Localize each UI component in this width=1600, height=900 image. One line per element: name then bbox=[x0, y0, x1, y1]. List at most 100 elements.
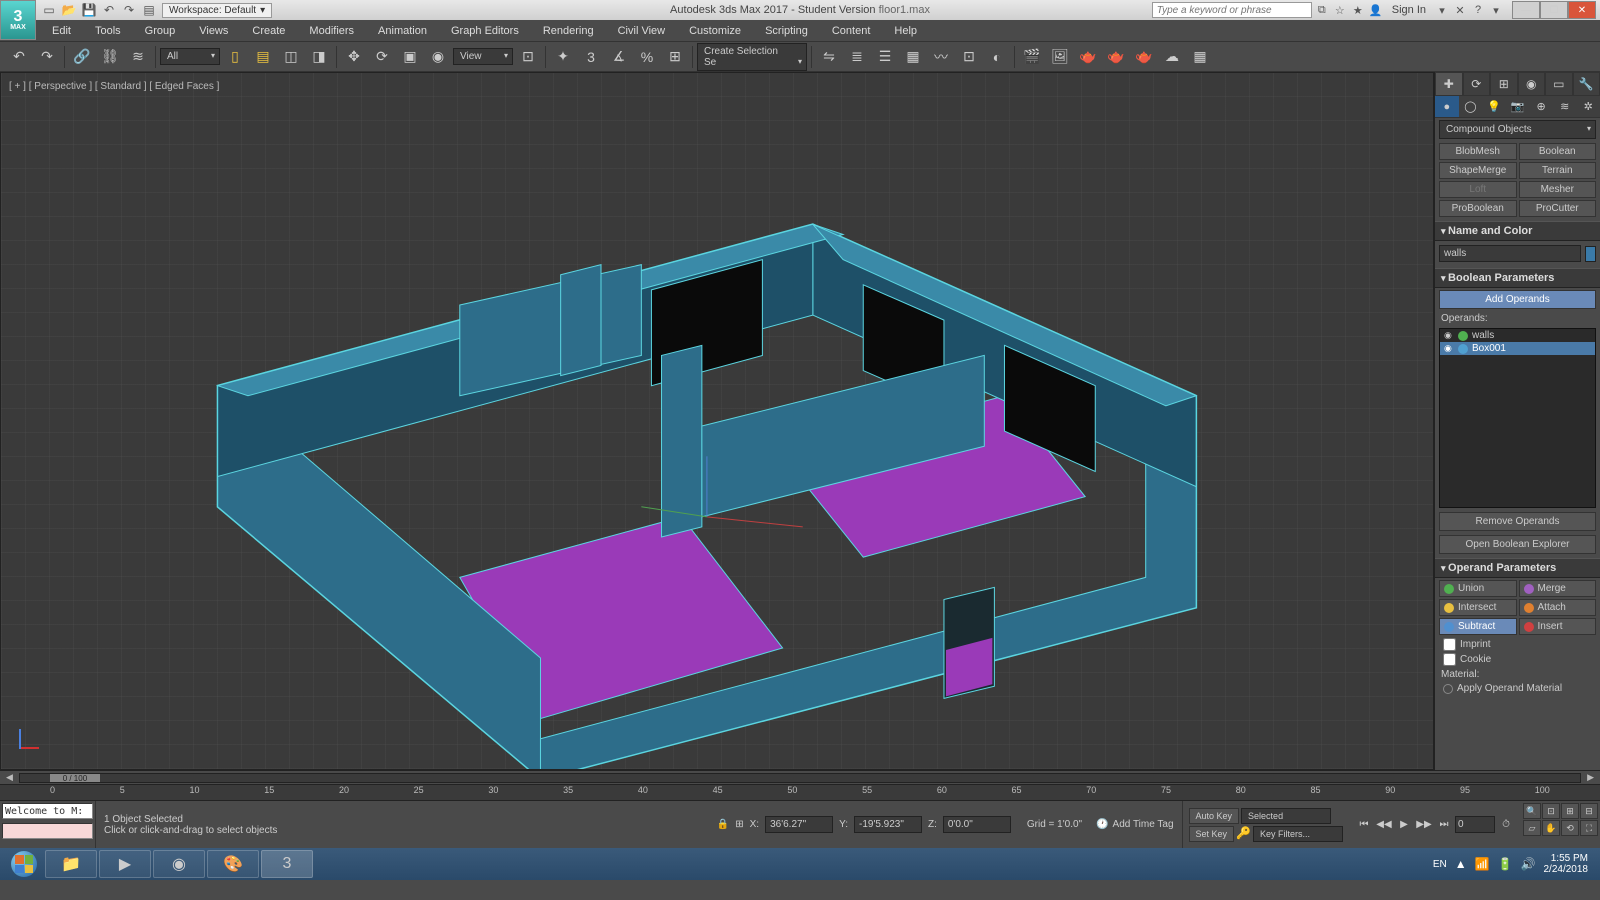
placement-button[interactable]: ◉ bbox=[425, 44, 451, 70]
render-setup-button[interactable]: 🎬 bbox=[1019, 44, 1045, 70]
subtab-geometry[interactable]: ● bbox=[1435, 96, 1459, 117]
menu-help[interactable]: Help bbox=[882, 25, 929, 37]
z-input[interactable] bbox=[943, 816, 1011, 833]
autokey-button[interactable]: Auto Key bbox=[1189, 808, 1240, 824]
x-input[interactable] bbox=[765, 816, 833, 833]
menu-tools[interactable]: Tools bbox=[83, 25, 133, 37]
imprint-checkbox[interactable] bbox=[1443, 638, 1456, 651]
color-swatch[interactable] bbox=[1585, 246, 1596, 262]
goto-start-button[interactable]: ⏮ bbox=[1355, 817, 1373, 833]
rollout-name-and-color[interactable]: Name and Color bbox=[1435, 221, 1600, 241]
rollout-boolean-parameters[interactable]: Boolean Parameters bbox=[1435, 268, 1600, 288]
undo-button[interactable]: ↶ bbox=[6, 44, 32, 70]
menu-customize[interactable]: Customize bbox=[677, 25, 753, 37]
zoom-extents-button[interactable]: ⊞ bbox=[1561, 803, 1579, 819]
tray-network-icon[interactable]: 📶 bbox=[1475, 857, 1490, 871]
scale-button[interactable]: ▣ bbox=[397, 44, 423, 70]
select-region-button[interactable]: ◫ bbox=[278, 44, 304, 70]
zoom-extents-all-button[interactable]: ⊟ bbox=[1580, 803, 1598, 819]
user-icon[interactable]: 👤 bbox=[1368, 2, 1384, 18]
schematic-button[interactable]: ⊡ bbox=[956, 44, 982, 70]
chrome-taskbar-button[interactable]: ◉ bbox=[153, 850, 205, 878]
star2-icon[interactable]: ★ bbox=[1350, 2, 1366, 18]
project-icon[interactable]: ▤ bbox=[140, 2, 158, 18]
keyfilter-icon[interactable]: 🔑 bbox=[1236, 826, 1251, 842]
angle-snap-button[interactable]: ∡ bbox=[606, 44, 632, 70]
select-name-button[interactable]: ▤ bbox=[250, 44, 276, 70]
new-icon[interactable]: ▭ bbox=[40, 2, 58, 18]
zoom-all-button[interactable]: ⊡ bbox=[1542, 803, 1560, 819]
minimize-button[interactable]: — bbox=[1512, 1, 1540, 19]
tray-flag-icon[interactable]: ▲ bbox=[1455, 857, 1467, 871]
paint-taskbar-button[interactable]: 🎨 bbox=[207, 850, 259, 878]
explorer-taskbar-button[interactable]: 📁 bbox=[45, 850, 97, 878]
exchange-icon[interactable]: ✕ bbox=[1452, 2, 1468, 18]
select-object-button[interactable]: ▯ bbox=[222, 44, 248, 70]
close-button[interactable]: ✕ bbox=[1568, 1, 1596, 19]
time-slider-thumb[interactable]: 0 / 100 bbox=[50, 774, 100, 782]
lang-indicator[interactable]: EN bbox=[1433, 859, 1447, 870]
visibility-icon[interactable]: ◉ bbox=[1444, 343, 1454, 354]
3dsmax-taskbar-button[interactable]: 3 bbox=[261, 850, 313, 878]
add-operands-button[interactable]: Add Operands bbox=[1439, 290, 1596, 309]
procutter-button[interactable]: ProCutter bbox=[1519, 200, 1597, 217]
tab-hierarchy[interactable]: ⊞ bbox=[1490, 72, 1518, 96]
mirror-button[interactable]: ⇋ bbox=[816, 44, 842, 70]
menu-scripting[interactable]: Scripting bbox=[753, 25, 820, 37]
current-frame-input[interactable] bbox=[1455, 816, 1495, 833]
render-prod-button[interactable]: 🫖 bbox=[1103, 44, 1129, 70]
open-icon[interactable]: 📂 bbox=[60, 2, 78, 18]
star-icon[interactable]: ☆ bbox=[1332, 2, 1348, 18]
app-logo[interactable]: 3MAX bbox=[0, 0, 36, 40]
object-name-input[interactable] bbox=[1439, 245, 1581, 262]
fov-button[interactable]: ▱ bbox=[1523, 820, 1541, 836]
visibility-icon[interactable]: ◉ bbox=[1444, 330, 1454, 341]
key-mode-dropdown[interactable]: Selected bbox=[1241, 808, 1331, 824]
subtab-lights[interactable]: 💡 bbox=[1482, 96, 1506, 117]
tray-volume-icon[interactable]: 🔊 bbox=[1521, 857, 1536, 871]
window-crossing-button[interactable]: ◨ bbox=[306, 44, 332, 70]
chevron-down2-icon[interactable]: ▾ bbox=[1488, 2, 1504, 18]
terrain-button[interactable]: Terrain bbox=[1519, 162, 1597, 179]
time-slider[interactable]: 0 / 100 bbox=[19, 773, 1581, 783]
play-button[interactable]: ▶ bbox=[1395, 817, 1413, 833]
track-next-icon[interactable]: ▶ bbox=[1587, 772, 1594, 783]
render-iter-button[interactable]: 🫖 bbox=[1131, 44, 1157, 70]
prev-frame-button[interactable]: ◀◀ bbox=[1375, 817, 1393, 833]
intersect-button[interactable]: Intersect bbox=[1439, 599, 1517, 616]
operands-list[interactable]: ◉walls◉Box001 bbox=[1439, 328, 1596, 508]
tab-motion[interactable]: ◉ bbox=[1518, 72, 1546, 96]
orbit-button[interactable]: ⟲ bbox=[1561, 820, 1579, 836]
pan-button[interactable]: ✋ bbox=[1542, 820, 1560, 836]
selection-filter-dropdown[interactable]: All bbox=[160, 48, 220, 65]
timetag-icon[interactable]: 🕐 bbox=[1096, 819, 1108, 830]
sign-in-button[interactable]: Sign In bbox=[1386, 4, 1432, 16]
subtab-shapes[interactable]: ◯ bbox=[1459, 96, 1483, 117]
help-icon[interactable]: ? bbox=[1470, 2, 1486, 18]
curve-editor-button[interactable]: 〰 bbox=[928, 44, 954, 70]
maximize-button[interactable]: ☐ bbox=[1540, 1, 1568, 19]
menu-civil-view[interactable]: Civil View bbox=[606, 25, 677, 37]
spinner-snap-button[interactable]: ⊞ bbox=[662, 44, 688, 70]
operand-row[interactable]: ◉Box001 bbox=[1440, 342, 1595, 355]
help-search-input[interactable] bbox=[1152, 2, 1312, 18]
track-bar[interactable]: ◀ 0 / 100 ▶ bbox=[0, 770, 1600, 784]
menu-rendering[interactable]: Rendering bbox=[531, 25, 606, 37]
lock-icon[interactable]: 🔒 bbox=[717, 819, 729, 830]
time-config-button[interactable]: ⏱ bbox=[1497, 817, 1515, 833]
next-frame-button[interactable]: ▶▶ bbox=[1415, 817, 1433, 833]
maxscript-mini-listener[interactable]: Welcome to M: bbox=[2, 803, 93, 819]
merge-button[interactable]: Merge bbox=[1519, 580, 1597, 597]
track-prev-icon[interactable]: ◀ bbox=[6, 772, 13, 783]
remove-operands-button[interactable]: Remove Operands bbox=[1439, 512, 1596, 531]
tab-utilities[interactable]: 🔧 bbox=[1573, 72, 1600, 96]
menu-views[interactable]: Views bbox=[187, 25, 240, 37]
blobmesh-button[interactable]: BlobMesh bbox=[1439, 143, 1517, 160]
shapemerge-button[interactable]: ShapeMerge bbox=[1439, 162, 1517, 179]
menu-edit[interactable]: Edit bbox=[40, 25, 83, 37]
tab-create[interactable]: ✚ bbox=[1435, 72, 1463, 96]
start-button[interactable] bbox=[4, 850, 44, 878]
maxscript-output[interactable] bbox=[2, 823, 93, 839]
clock[interactable]: 1:55 PM2/24/2018 bbox=[1544, 853, 1589, 875]
y-input[interactable] bbox=[854, 816, 922, 833]
